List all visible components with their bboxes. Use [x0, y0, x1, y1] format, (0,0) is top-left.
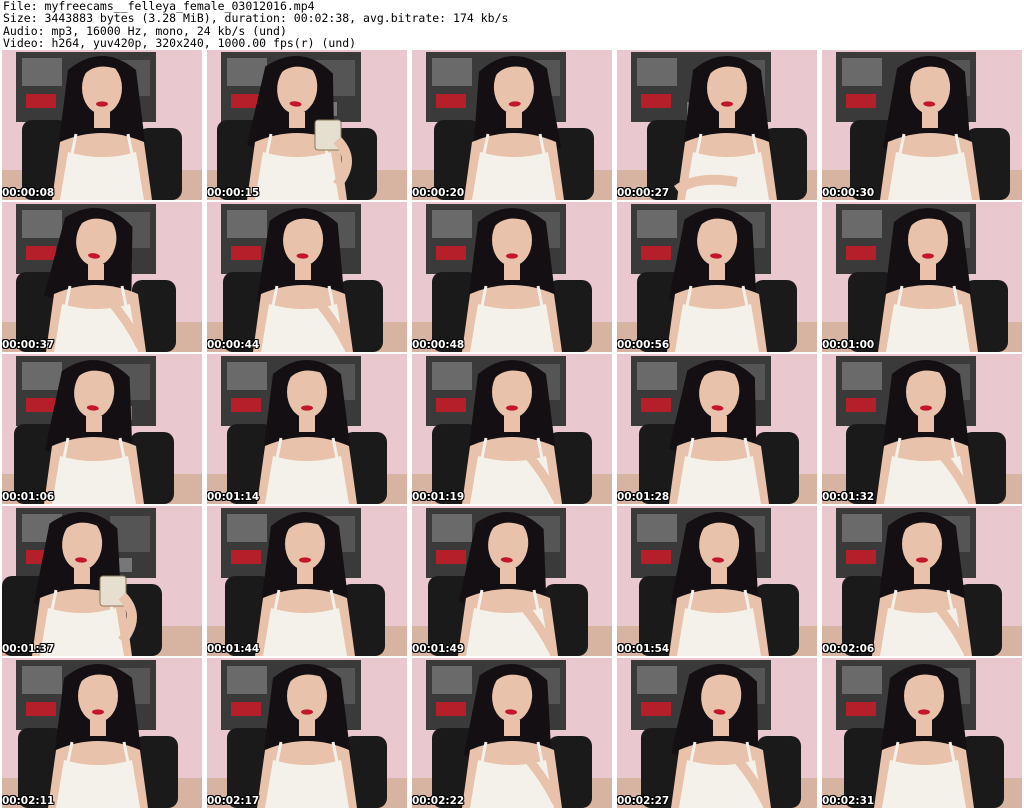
video-thumbnail: 00:01:00 — [822, 202, 1022, 352]
frame-image — [617, 506, 817, 656]
frame-image — [412, 50, 612, 200]
video-thumbnail: 00:02:06 — [822, 506, 1022, 656]
video-thumbnail: 00:01:14 — [207, 354, 407, 504]
white-dress — [882, 760, 966, 808]
frame-image — [822, 50, 1022, 200]
thumbnail-timestamp: 00:01:19 — [412, 491, 465, 503]
frame-image — [412, 506, 612, 656]
thumbnail-timestamp: 00:01:14 — [207, 491, 260, 503]
frame-image — [617, 50, 817, 200]
white-dress — [60, 152, 144, 200]
frame-image — [617, 202, 817, 352]
thumbnail-timestamp: 00:01:54 — [617, 643, 670, 655]
video-thumbnail: 00:01:49 — [412, 506, 612, 656]
white-dress — [888, 152, 972, 200]
frame-image — [2, 50, 202, 200]
frame-image — [2, 202, 202, 352]
frame-image — [822, 354, 1022, 504]
video-thumbnail: 00:01:44 — [207, 506, 407, 656]
video-thumbnail: 00:01:32 — [822, 354, 1022, 504]
white-dress — [472, 152, 556, 200]
file-size-line: Size: 3443883 bytes (3.28 MiB), duration… — [3, 11, 509, 26]
video-thumbnail: 00:02:27 — [617, 658, 817, 808]
thumbnail-timestamp: 00:01:49 — [412, 643, 465, 655]
video-thumbnail: 00:02:31 — [822, 658, 1022, 808]
thumbnail-timestamp: 00:01:28 — [617, 491, 670, 503]
thumbnail-timestamp: 00:02:27 — [617, 795, 670, 807]
thumbnail-timestamp: 00:01:37 — [2, 643, 55, 655]
video-thumbnail: 00:00:08 — [2, 50, 202, 200]
frame-image — [207, 50, 407, 200]
video-thumbnail: 00:00:15 — [207, 50, 407, 200]
thumbnail-timestamp: 00:00:48 — [412, 339, 465, 351]
white-dress — [675, 304, 759, 352]
white-dress — [255, 152, 339, 200]
video-thumbnail: 00:00:56 — [617, 202, 817, 352]
thumbnail-timestamp: 00:00:27 — [617, 187, 670, 199]
frame-image — [2, 506, 202, 656]
video-thumbnail: 00:00:37 — [2, 202, 202, 352]
video-thumbnail: 00:01:06 — [2, 354, 202, 504]
frame-image — [207, 354, 407, 504]
video-thumbnail: 00:00:27 — [617, 50, 817, 200]
white-dress — [677, 456, 761, 504]
video-info-line: Video: h264, yuv420p, 320x240, 1000.00 f… — [3, 36, 357, 51]
white-dress — [677, 608, 761, 656]
thumbnail-timestamp: 00:00:56 — [617, 339, 670, 351]
frame-image — [822, 202, 1022, 352]
video-thumbnail: 00:01:37 — [2, 506, 202, 656]
video-thumbnail: 00:02:17 — [207, 658, 407, 808]
frame-image — [822, 658, 1022, 808]
thumbnail-timestamp: 00:02:11 — [2, 795, 55, 807]
video-thumbnail: 00:00:30 — [822, 50, 1022, 200]
video-thumbnail: 00:02:11 — [2, 658, 202, 808]
white-dress — [263, 608, 347, 656]
video-thumbnail: 00:00:20 — [412, 50, 612, 200]
white-dress — [470, 304, 554, 352]
thumbnail-timestamp: 00:02:06 — [822, 643, 875, 655]
thumbnail-timestamp: 00:02:22 — [412, 795, 465, 807]
video-thumbnail: 00:01:28 — [617, 354, 817, 504]
video-thumbnail: 00:00:48 — [412, 202, 612, 352]
frame-image — [207, 202, 407, 352]
thumbnail-timestamp: 00:02:31 — [822, 795, 875, 807]
frame-image — [617, 658, 817, 808]
frame-image — [617, 354, 817, 504]
frame-image — [412, 354, 612, 504]
file-info-header: File: myfreecams__felleya_female_0301201… — [0, 0, 1024, 50]
frame-image — [207, 506, 407, 656]
thumbnail-timestamp: 00:00:37 — [2, 339, 55, 351]
video-thumbnail: 00:00:44 — [207, 202, 407, 352]
video-thumbnail: 00:02:22 — [412, 658, 612, 808]
thumbnail-grid: 00:00:08 00:00:15 00:00:20 00:00:27 00:0… — [2, 50, 1022, 808]
video-thumbnail: 00:01:54 — [617, 506, 817, 656]
thumbnail-timestamp: 00:00:30 — [822, 187, 875, 199]
white-dress — [52, 456, 136, 504]
thumbnail-timestamp: 00:00:44 — [207, 339, 260, 351]
white-dress — [265, 760, 349, 808]
white-dress — [265, 456, 349, 504]
thumbnail-timestamp: 00:01:44 — [207, 643, 260, 655]
frame-image — [2, 658, 202, 808]
frame-image — [412, 658, 612, 808]
frame-image — [2, 354, 202, 504]
white-dress — [56, 760, 140, 808]
thumbnail-timestamp: 00:00:15 — [207, 187, 260, 199]
frame-image — [412, 202, 612, 352]
thumbnail-timestamp: 00:02:17 — [207, 795, 260, 807]
frame-image — [822, 506, 1022, 656]
white-dress — [886, 304, 970, 352]
thumbnail-timestamp: 00:01:00 — [822, 339, 875, 351]
thumbnail-timestamp: 00:01:06 — [2, 491, 55, 503]
frame-image — [207, 658, 407, 808]
thumbnail-timestamp: 00:01:32 — [822, 491, 875, 503]
thumbnail-timestamp: 00:00:08 — [2, 187, 55, 199]
thumbnail-timestamp: 00:00:20 — [412, 187, 465, 199]
video-thumbnail: 00:01:19 — [412, 354, 612, 504]
